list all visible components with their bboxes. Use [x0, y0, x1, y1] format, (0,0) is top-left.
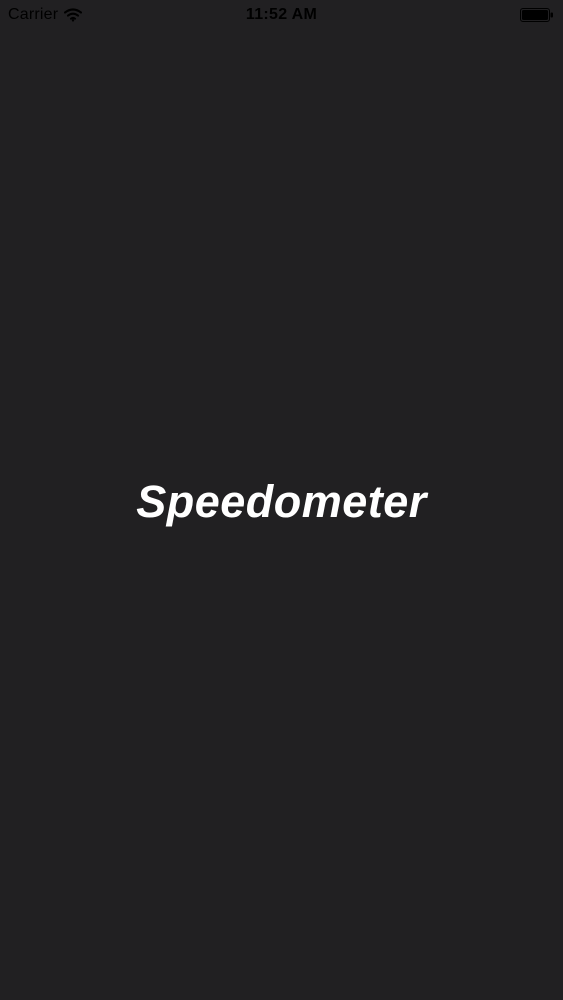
splash-screen: Carrier 11:52 AM Speedometer: [0, 0, 563, 1000]
app-title: Speedometer: [136, 476, 427, 527]
status-bar: Carrier 11:52 AM: [0, 0, 563, 30]
battery-icon: [520, 8, 553, 22]
status-time: 11:52 AM: [245, 6, 318, 23]
